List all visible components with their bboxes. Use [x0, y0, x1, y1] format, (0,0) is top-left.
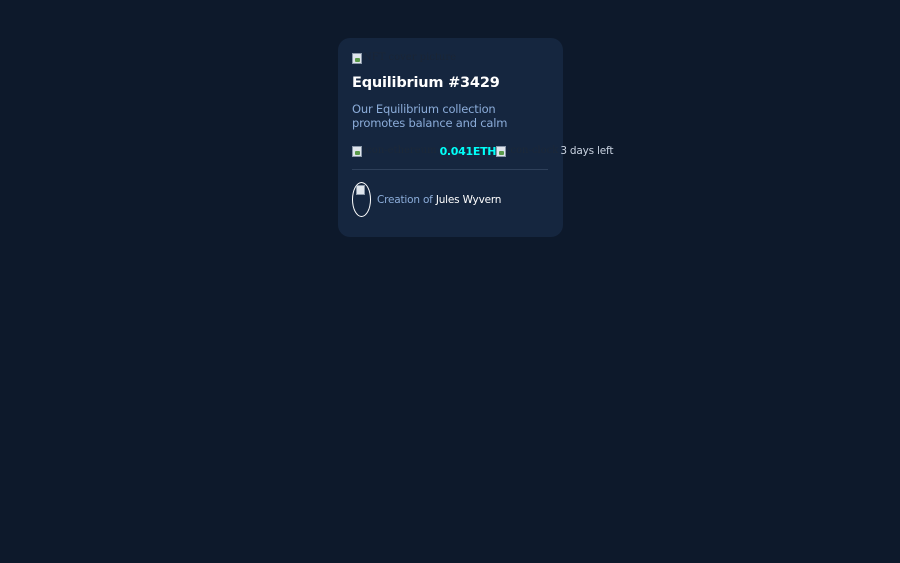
creator-text: Creation of Jules Wyvern: [377, 194, 501, 206]
nft-cover-image[interactable]: NFT cover picture: [352, 52, 456, 64]
nft-description: Our Equilibrium collection promotes bala…: [352, 102, 508, 130]
cover-alt-text: NFT cover picture: [363, 52, 457, 63]
creator-name-link[interactable]: Jules Wyvern: [436, 194, 502, 206]
broken-image-icon: [496, 145, 507, 157]
ethereum-icon-alt: icon-ethereum: [363, 145, 437, 156]
clock-icon-alt: icon-clock: [507, 145, 559, 156]
creator-prefix: Creation of: [377, 193, 433, 206]
clock-icon: icon-clock: [496, 145, 558, 157]
broken-image-icon: [356, 185, 365, 195]
nft-title[interactable]: Equilibrium #3429: [352, 75, 500, 91]
time-left: 3 days left: [560, 145, 614, 157]
broken-image-icon: [352, 52, 362, 64]
avatar: [352, 182, 371, 217]
broken-image-icon: [352, 145, 362, 157]
nft-price: 0.041ETH: [439, 144, 497, 158]
nft-card: NFT cover picture Equilibrium #3429 Our …: [338, 38, 613, 237]
creator-row: Creation of Jules Wyvern: [352, 182, 501, 217]
divider: [352, 169, 548, 170]
nft-meta-row: icon-ethereum 0.041ETH icon-clock 3 days…: [352, 144, 613, 158]
ethereum-icon: icon-ethereum: [352, 145, 437, 157]
